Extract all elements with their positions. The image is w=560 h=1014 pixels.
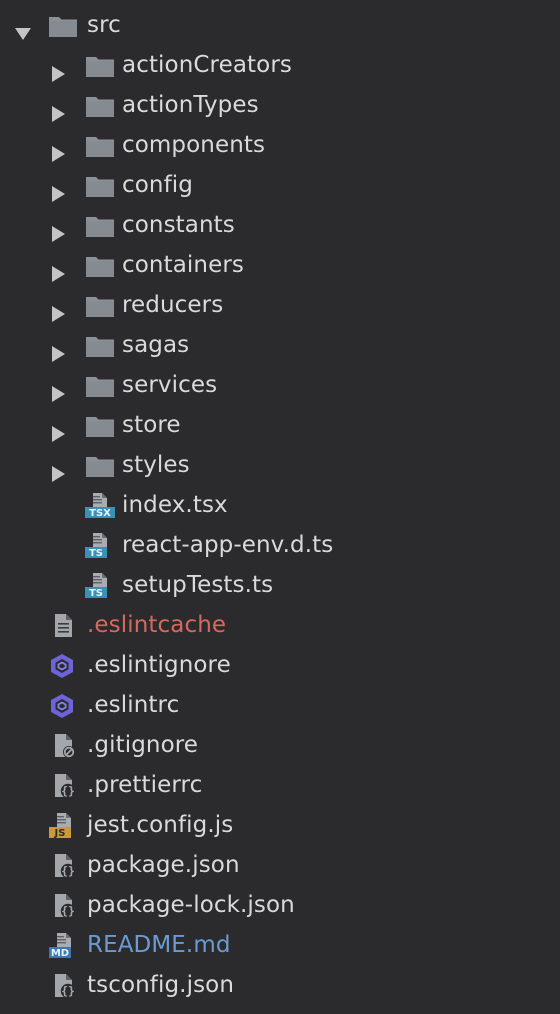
- file-row-jest-config-js[interactable]: JS jest.config.js: [0, 805, 560, 845]
- expand-arrow-right-icon[interactable]: [50, 297, 66, 322]
- svg-text:{}: {}: [61, 864, 75, 878]
- folder-name: reducers: [122, 292, 224, 318]
- svg-text:JS: JS: [54, 828, 66, 839]
- svg-text:{}: {}: [61, 904, 75, 918]
- expand-arrow-down-icon[interactable]: [15, 17, 31, 40]
- file-name: tsconfig.json: [87, 972, 235, 998]
- expand-arrow-right-icon[interactable]: [50, 217, 66, 242]
- ignore-file-icon: [49, 733, 79, 759]
- file-name: jest.config.js: [87, 812, 234, 838]
- folder-icon: [85, 53, 115, 79]
- folder-row-containers[interactable]: containers: [0, 245, 560, 285]
- expand-arrow-right-icon[interactable]: [50, 337, 66, 362]
- folder-row-styles[interactable]: styles: [0, 445, 560, 485]
- folder-icon: [85, 413, 115, 439]
- file-name: package.json: [87, 852, 240, 878]
- expand-arrow-right-icon[interactable]: [50, 377, 66, 402]
- svg-text:MD: MD: [51, 948, 69, 959]
- folder-row-actiontypes[interactable]: actionTypes: [0, 85, 560, 125]
- folder-icon: [85, 293, 115, 319]
- svg-text:TS: TS: [89, 548, 103, 559]
- folder-icon: [85, 173, 115, 199]
- folder-icon: [85, 453, 115, 479]
- folder-row-reducers[interactable]: reducers: [0, 285, 560, 325]
- file-name: .eslintrc: [87, 692, 180, 718]
- file-row-tsconfig-json[interactable]: {} tsconfig.json: [0, 965, 560, 1005]
- expand-arrow-right-icon[interactable]: [50, 97, 66, 122]
- file-name: react-app-env.d.ts: [122, 532, 334, 558]
- folder-name: components: [122, 132, 266, 158]
- json-file-icon: {}: [49, 973, 79, 999]
- folder-icon: [85, 253, 115, 279]
- eslint-icon: [49, 653, 79, 679]
- folder-name: services: [122, 372, 218, 398]
- expand-arrow-right-icon[interactable]: [50, 177, 66, 202]
- file-name: package-lock.json: [87, 892, 295, 918]
- file-row-index-tsx[interactable]: TSX index.tsx: [0, 485, 560, 525]
- expand-arrow-right-icon[interactable]: [50, 417, 66, 442]
- folder-icon: [85, 333, 115, 359]
- file-name: .eslintignore: [87, 652, 231, 678]
- expand-arrow-right-icon[interactable]: [50, 257, 66, 282]
- svg-text:{}: {}: [61, 784, 75, 798]
- folder-name: actionTypes: [122, 92, 259, 118]
- folder-row-config[interactable]: config: [0, 165, 560, 205]
- svg-text:{}: {}: [61, 984, 75, 998]
- folder-icon: [85, 373, 115, 399]
- file-row-eslintcache[interactable]: .eslintcache: [0, 605, 560, 645]
- tsx-file-icon: TSX: [85, 493, 115, 519]
- file-name: index.tsx: [122, 492, 228, 518]
- file-name: setupTests.ts: [122, 572, 274, 598]
- folder-row-actioncreators[interactable]: actionCreators: [0, 45, 560, 85]
- file-name: .gitignore: [87, 732, 199, 758]
- folder-icon: [48, 13, 78, 39]
- folder-name: containers: [122, 252, 244, 278]
- ts-file-icon: TS: [85, 573, 115, 599]
- expand-arrow-right-icon[interactable]: [50, 57, 66, 82]
- folder-name: store: [122, 412, 181, 438]
- folder-row-sagas[interactable]: sagas: [0, 325, 560, 365]
- folder-row-constants[interactable]: constants: [0, 205, 560, 245]
- file-row-package-lock-json[interactable]: {} package-lock.json: [0, 885, 560, 925]
- folder-name: src: [87, 12, 121, 38]
- file-row-package-json[interactable]: {} package.json: [0, 845, 560, 885]
- folder-name: styles: [122, 452, 190, 478]
- json-file-icon: {}: [49, 853, 79, 879]
- file-row-eslintrc[interactable]: .eslintrc: [0, 685, 560, 725]
- expand-arrow-right-icon[interactable]: [50, 137, 66, 162]
- js-file-icon: JS: [49, 813, 79, 839]
- project-panel: { "tree": { "root": {"name": "src", "ico…: [0, 0, 560, 1004]
- folder-icon: [85, 213, 115, 239]
- file-row-gitignore[interactable]: .gitignore: [0, 725, 560, 765]
- file-row-prettierrc[interactable]: {} .prettierrc: [0, 765, 560, 805]
- file-name: .prettierrc: [87, 772, 203, 798]
- project-tree: src actionCreators actionTypes components co…: [0, 5, 560, 1005]
- folder-row-components[interactable]: components: [0, 125, 560, 165]
- file-row-eslintignore[interactable]: .eslintignore: [0, 645, 560, 685]
- folder-name: sagas: [122, 332, 190, 358]
- folder-name: actionCreators: [122, 52, 292, 78]
- folder-row-store[interactable]: store: [0, 405, 560, 445]
- folder-name: constants: [122, 212, 235, 238]
- folder-row-services[interactable]: services: [0, 365, 560, 405]
- text-file-icon: [49, 613, 79, 639]
- folder-name: config: [122, 172, 193, 198]
- json-file-icon: {}: [49, 893, 79, 919]
- eslint-icon: [49, 693, 79, 719]
- file-row-readme-md[interactable]: MD README.md: [0, 925, 560, 965]
- ts-file-icon: TS: [85, 533, 115, 559]
- file-name: README.md: [87, 932, 231, 958]
- svg-text:TSX: TSX: [89, 508, 111, 519]
- folder-row-src[interactable]: src: [0, 5, 560, 45]
- file-row-react-app-env-d-ts[interactable]: TS react-app-env.d.ts: [0, 525, 560, 565]
- svg-text:TS: TS: [89, 588, 103, 599]
- folder-icon: [85, 133, 115, 159]
- json-file-icon: {}: [49, 773, 79, 799]
- file-name: .eslintcache: [87, 612, 227, 638]
- expand-arrow-right-icon[interactable]: [50, 457, 66, 482]
- md-file-icon: MD: [49, 933, 79, 959]
- folder-icon: [85, 93, 115, 119]
- file-row-setuptests-ts[interactable]: TS setupTests.ts: [0, 565, 560, 605]
